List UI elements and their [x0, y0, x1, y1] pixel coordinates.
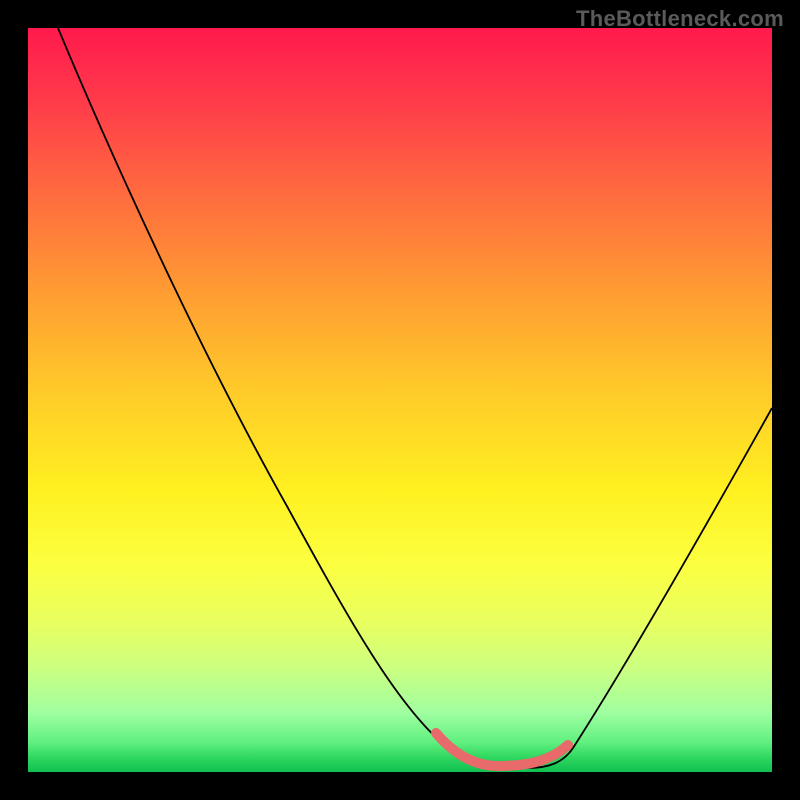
watermark-text: TheBottleneck.com	[576, 6, 784, 32]
smoothed-region	[436, 733, 568, 766]
chart-svg	[28, 28, 772, 772]
plot-area	[28, 28, 772, 772]
black-curve	[58, 28, 772, 768]
